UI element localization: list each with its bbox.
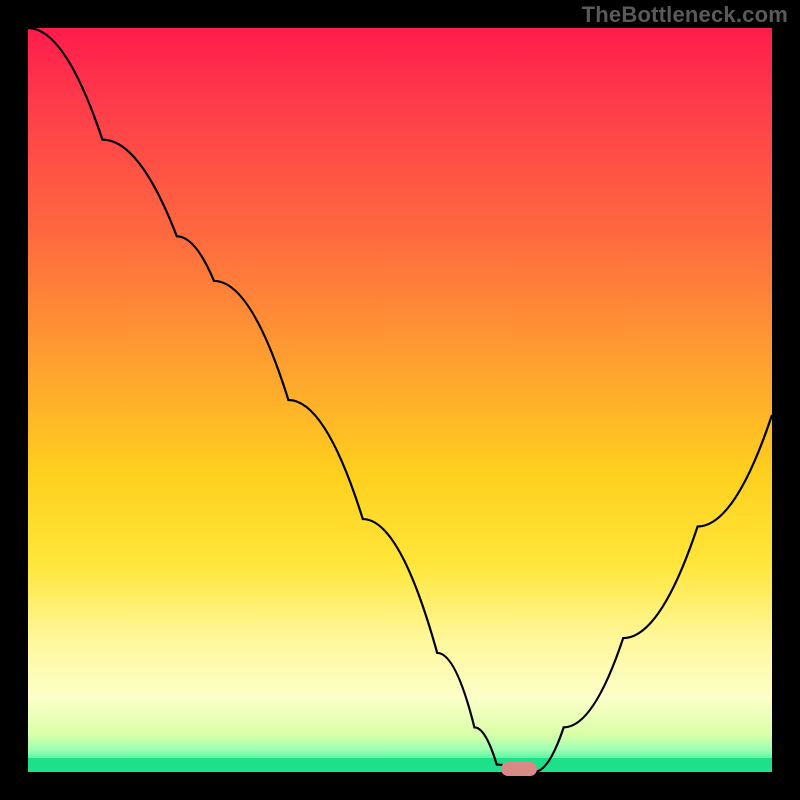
watermark-text: TheBottleneck.com [582, 2, 788, 28]
plot-area [28, 28, 772, 772]
chart-frame: TheBottleneck.com [0, 0, 800, 800]
bottleneck-curve [28, 28, 772, 772]
minimum-marker [501, 762, 537, 776]
curve-path [28, 28, 772, 772]
